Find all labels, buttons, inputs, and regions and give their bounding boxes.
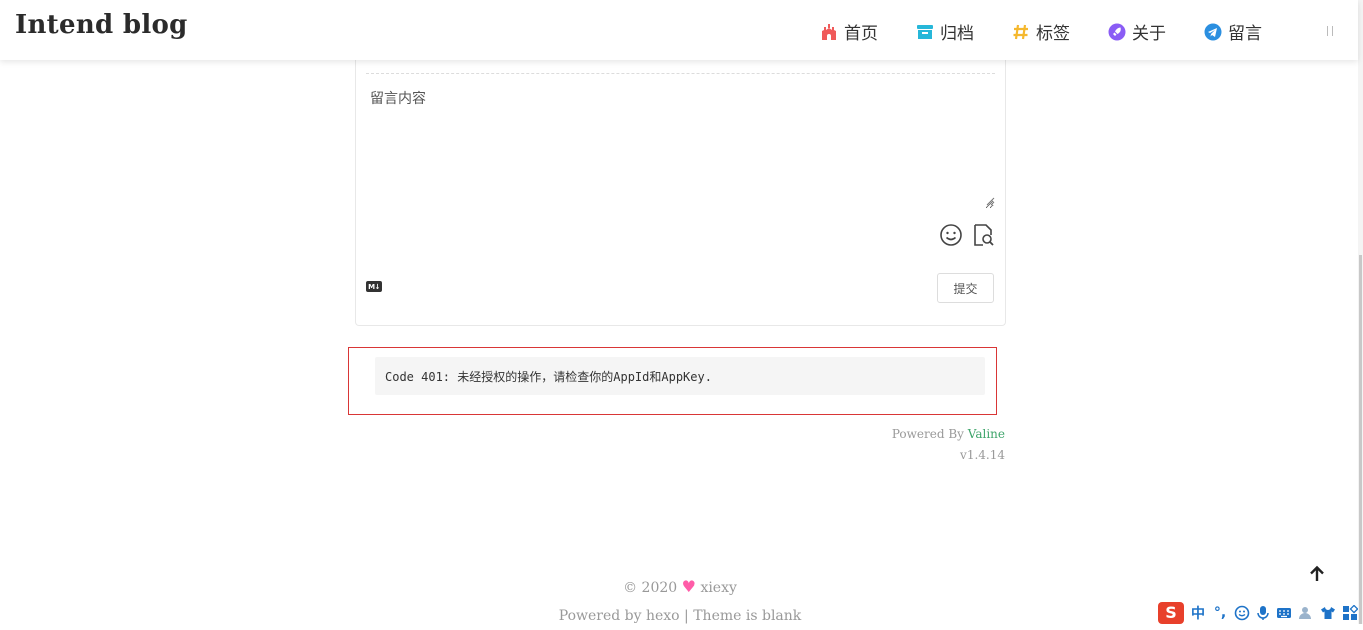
nav-label: 首页 (844, 24, 878, 44)
ime-logo-icon[interactable]: S (1158, 601, 1184, 624)
rocket-icon (1108, 23, 1126, 41)
powered-by-text: Powered By (891, 427, 968, 441)
site-footer: © 2020 ♥ xiexy Powered by hexo | Theme i… (480, 573, 880, 630)
heart-icon: ♥ (681, 577, 696, 596)
markdown-icon[interactable]: M↓ (366, 281, 382, 292)
main-nav: 首页 归档 标签 关于 留言 (820, 19, 1300, 44)
nav-label: 关于 (1132, 24, 1166, 44)
smiley-icon[interactable] (1234, 605, 1250, 621)
site-header: Intend blog 首页 归档 标签 关于 留言 (0, 0, 1358, 60)
comment-panel: M↓ 提交 (355, 20, 1006, 326)
field-divider (366, 73, 995, 74)
nav-label: 标签 (1036, 24, 1070, 44)
nav-item-home[interactable]: 首页 (820, 19, 878, 44)
castle-icon (820, 23, 838, 41)
scrollbar-thumb[interactable] (1359, 255, 1362, 624)
valine-credit: Powered By Valine v1.4.14 (892, 424, 1005, 466)
submit-button[interactable]: 提交 (937, 273, 994, 303)
site-logo[interactable]: Intend blog (15, 10, 188, 40)
resize-grip-icon[interactable] (986, 197, 995, 206)
back-to-top-icon[interactable] (1307, 564, 1327, 584)
emoji-icon[interactable] (939, 223, 963, 247)
nav-item-guestbook[interactable]: 留言 (1204, 19, 1262, 44)
hash-icon (1012, 23, 1030, 41)
menu-toggle[interactable] (1325, 26, 1335, 36)
valine-version: v1.4.14 (960, 448, 1005, 462)
page-scrollbar[interactable] (1358, 0, 1363, 624)
valine-link[interactable]: Valine (968, 427, 1005, 441)
comment-tools (939, 223, 995, 247)
copyright-line: © 2020 ♥ xiexy (480, 573, 880, 602)
nav-item-tags[interactable]: 标签 (1012, 19, 1070, 44)
telegram-icon (1204, 23, 1222, 41)
comment-textarea[interactable] (366, 84, 994, 209)
nav-item-about[interactable]: 关于 (1108, 19, 1166, 44)
author-name: xiexy (700, 580, 737, 596)
skin-shirt-icon[interactable] (1320, 605, 1336, 621)
nav-item-archive[interactable]: 归档 (916, 19, 974, 44)
nav-label: 归档 (940, 24, 974, 44)
powered-by-footer: Powered by hexo | Theme is blank (558, 608, 802, 624)
nav-label: 留言 (1228, 24, 1262, 44)
copyright-text: © 2020 (623, 580, 678, 596)
microphone-icon[interactable] (1256, 605, 1270, 621)
keyboard-icon[interactable] (1276, 606, 1292, 620)
ime-mode[interactable]: 中 (1190, 603, 1206, 623)
preview-icon[interactable] (971, 223, 995, 247)
toolbox-grid-icon[interactable] (1342, 604, 1358, 621)
archive-box-icon (916, 23, 934, 41)
ime-punctuation[interactable]: °, (1212, 605, 1228, 621)
user-icon[interactable] (1298, 605, 1314, 621)
error-box: Code 401: 未经授权的操作，请检查你的AppId和AppKey. (348, 347, 997, 415)
error-message: Code 401: 未经授权的操作，请检查你的AppId和AppKey. (375, 357, 985, 395)
ime-toolbar: S 中 °, (1158, 601, 1363, 624)
